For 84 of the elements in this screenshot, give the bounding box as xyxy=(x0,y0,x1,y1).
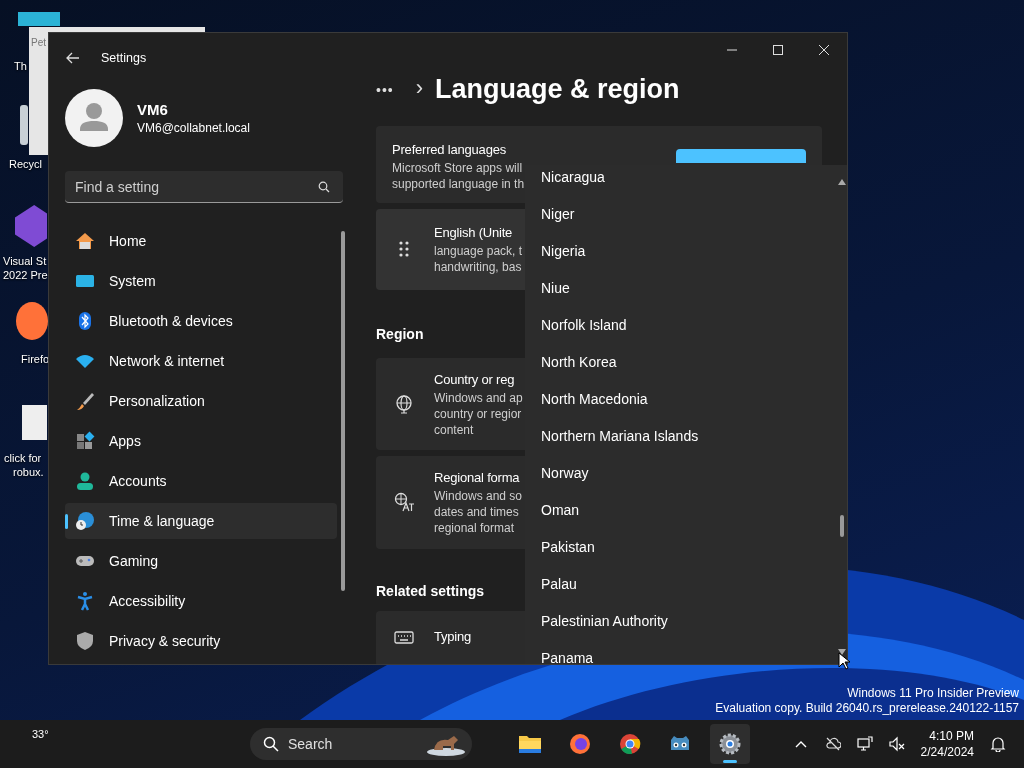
desktop-icon-label[interactable]: Visual St xyxy=(3,254,47,268)
desktop-icon-label[interactable]: Recycl xyxy=(9,157,42,171)
chrome-browser-icon xyxy=(618,732,642,756)
globe-language-icon xyxy=(394,492,414,513)
speaker-muted-icon[interactable] xyxy=(888,736,905,752)
watermark-text: Windows 11 Pro Insider Preview xyxy=(847,686,1019,701)
card-description: Windows and so xyxy=(434,488,523,505)
dropdown-option[interactable]: North Macedonia xyxy=(541,381,835,418)
nav-item[interactable]: Personalization xyxy=(65,383,337,419)
card-description: language pack, t xyxy=(434,243,523,260)
settings-icon xyxy=(718,732,742,756)
nav-item[interactable]: Accounts xyxy=(65,463,337,499)
avatar-icon xyxy=(65,89,123,147)
desktop-icon-label[interactable]: robux. xyxy=(13,465,44,479)
dropdown-option[interactable]: Niger xyxy=(541,196,835,233)
dropdown-option[interactable]: Northern Mariana Islands xyxy=(541,418,835,455)
globe-icon xyxy=(394,393,414,414)
section-heading: Related settings xyxy=(376,582,485,599)
window-title: Settings xyxy=(101,51,147,65)
dropdown-option[interactable]: Nicaragua xyxy=(541,159,835,196)
desktop-icon-label[interactable]: Firefo xyxy=(21,352,50,366)
breadcrumb-more-button[interactable]: ••• xyxy=(376,81,394,98)
weather-temperature[interactable]: 33° xyxy=(32,728,49,740)
add-language-button[interactable] xyxy=(676,149,806,164)
dropdown-option[interactable]: Panama xyxy=(541,640,835,664)
dropdown-option[interactable]: Niue xyxy=(541,270,835,307)
card-description: Microsoft Store apps will xyxy=(392,160,524,177)
page-title: Language & region xyxy=(435,74,680,106)
window-title: Pet xyxy=(31,37,46,48)
network-monitor-icon[interactable] xyxy=(856,736,873,752)
desktop-icon-label[interactable]: Th xyxy=(14,59,27,73)
card-description: regional format xyxy=(434,520,516,537)
card-description: handwriting, bas xyxy=(434,259,523,276)
taskbar-app[interactable] xyxy=(710,724,750,764)
search-field[interactable]: Find a setting xyxy=(65,171,343,203)
card-description: country or regior xyxy=(434,405,523,422)
brush-icon xyxy=(75,391,95,411)
nav-item[interactable]: Apps xyxy=(65,423,337,459)
dropdown-option[interactable]: Palestinian Authority xyxy=(541,603,835,640)
desktop-icon-label[interactable]: click for xyxy=(4,451,42,465)
bell-icon[interactable] xyxy=(990,736,1006,752)
card-description: Windows and ap xyxy=(434,389,523,406)
shield-icon xyxy=(75,631,95,651)
section-heading: Region xyxy=(376,325,424,342)
house-icon xyxy=(75,231,95,251)
mouse-pointer-icon xyxy=(838,652,850,670)
card-title: Typing xyxy=(434,627,472,646)
card-title: Regional forma xyxy=(434,469,521,488)
nav-item[interactable]: Bluetooth & devices xyxy=(65,303,337,339)
dropdown-option[interactable]: Norfolk Island xyxy=(541,307,835,344)
desktop-icon-label[interactable]: 2022 Pre xyxy=(3,268,48,282)
dropdown-option[interactable]: Oman xyxy=(541,492,835,529)
card-description: dates and times xyxy=(434,504,520,521)
person-icon xyxy=(75,471,95,491)
card-title: Country or reg xyxy=(434,370,516,389)
account-name: VM6 xyxy=(137,101,169,118)
taskbar-clock[interactable]: 4:10 PM 2/24/2024 xyxy=(920,728,974,760)
card-description: content xyxy=(434,421,475,438)
card-title: Preferred languages xyxy=(392,141,507,160)
nav-item[interactable]: Privacy & security xyxy=(65,623,337,659)
nav-item[interactable]: Time & language xyxy=(65,503,337,539)
search-icon xyxy=(318,181,330,193)
apps-icon xyxy=(75,431,95,451)
cloud-off-icon[interactable] xyxy=(824,736,841,752)
taskbar-search-box[interactable]: Search xyxy=(250,728,472,760)
dropdown-option[interactable]: Palau xyxy=(541,566,835,603)
account-email: VM6@collabnet.local xyxy=(137,121,250,135)
nav-item[interactable]: System xyxy=(65,263,337,299)
nav-item[interactable]: Gaming xyxy=(65,543,337,579)
dropdown-option[interactable]: Norway xyxy=(541,455,835,492)
back-arrow-icon[interactable] xyxy=(65,50,81,66)
nav-item[interactable]: Home xyxy=(65,223,337,259)
search-icon xyxy=(263,736,279,752)
card-title: English (Unite xyxy=(434,224,514,243)
dropdown-option[interactable]: Nigeria xyxy=(541,233,835,270)
nav-item[interactable]: Network & internet xyxy=(65,343,337,379)
breadcrumb-separator: › xyxy=(415,74,424,101)
dropdown-option[interactable]: Pakistan xyxy=(541,529,835,566)
globe-clock-icon xyxy=(75,511,95,531)
accessibility-icon xyxy=(75,591,95,611)
dropdown-option[interactable]: North Korea xyxy=(541,344,835,381)
nav-item[interactable]: Accessibility xyxy=(65,583,337,619)
card-description: supported language in th xyxy=(392,176,525,193)
watermark-text: Evaluation copy. Build 26040.rs_prerelease.240122-1157 xyxy=(715,701,1019,716)
